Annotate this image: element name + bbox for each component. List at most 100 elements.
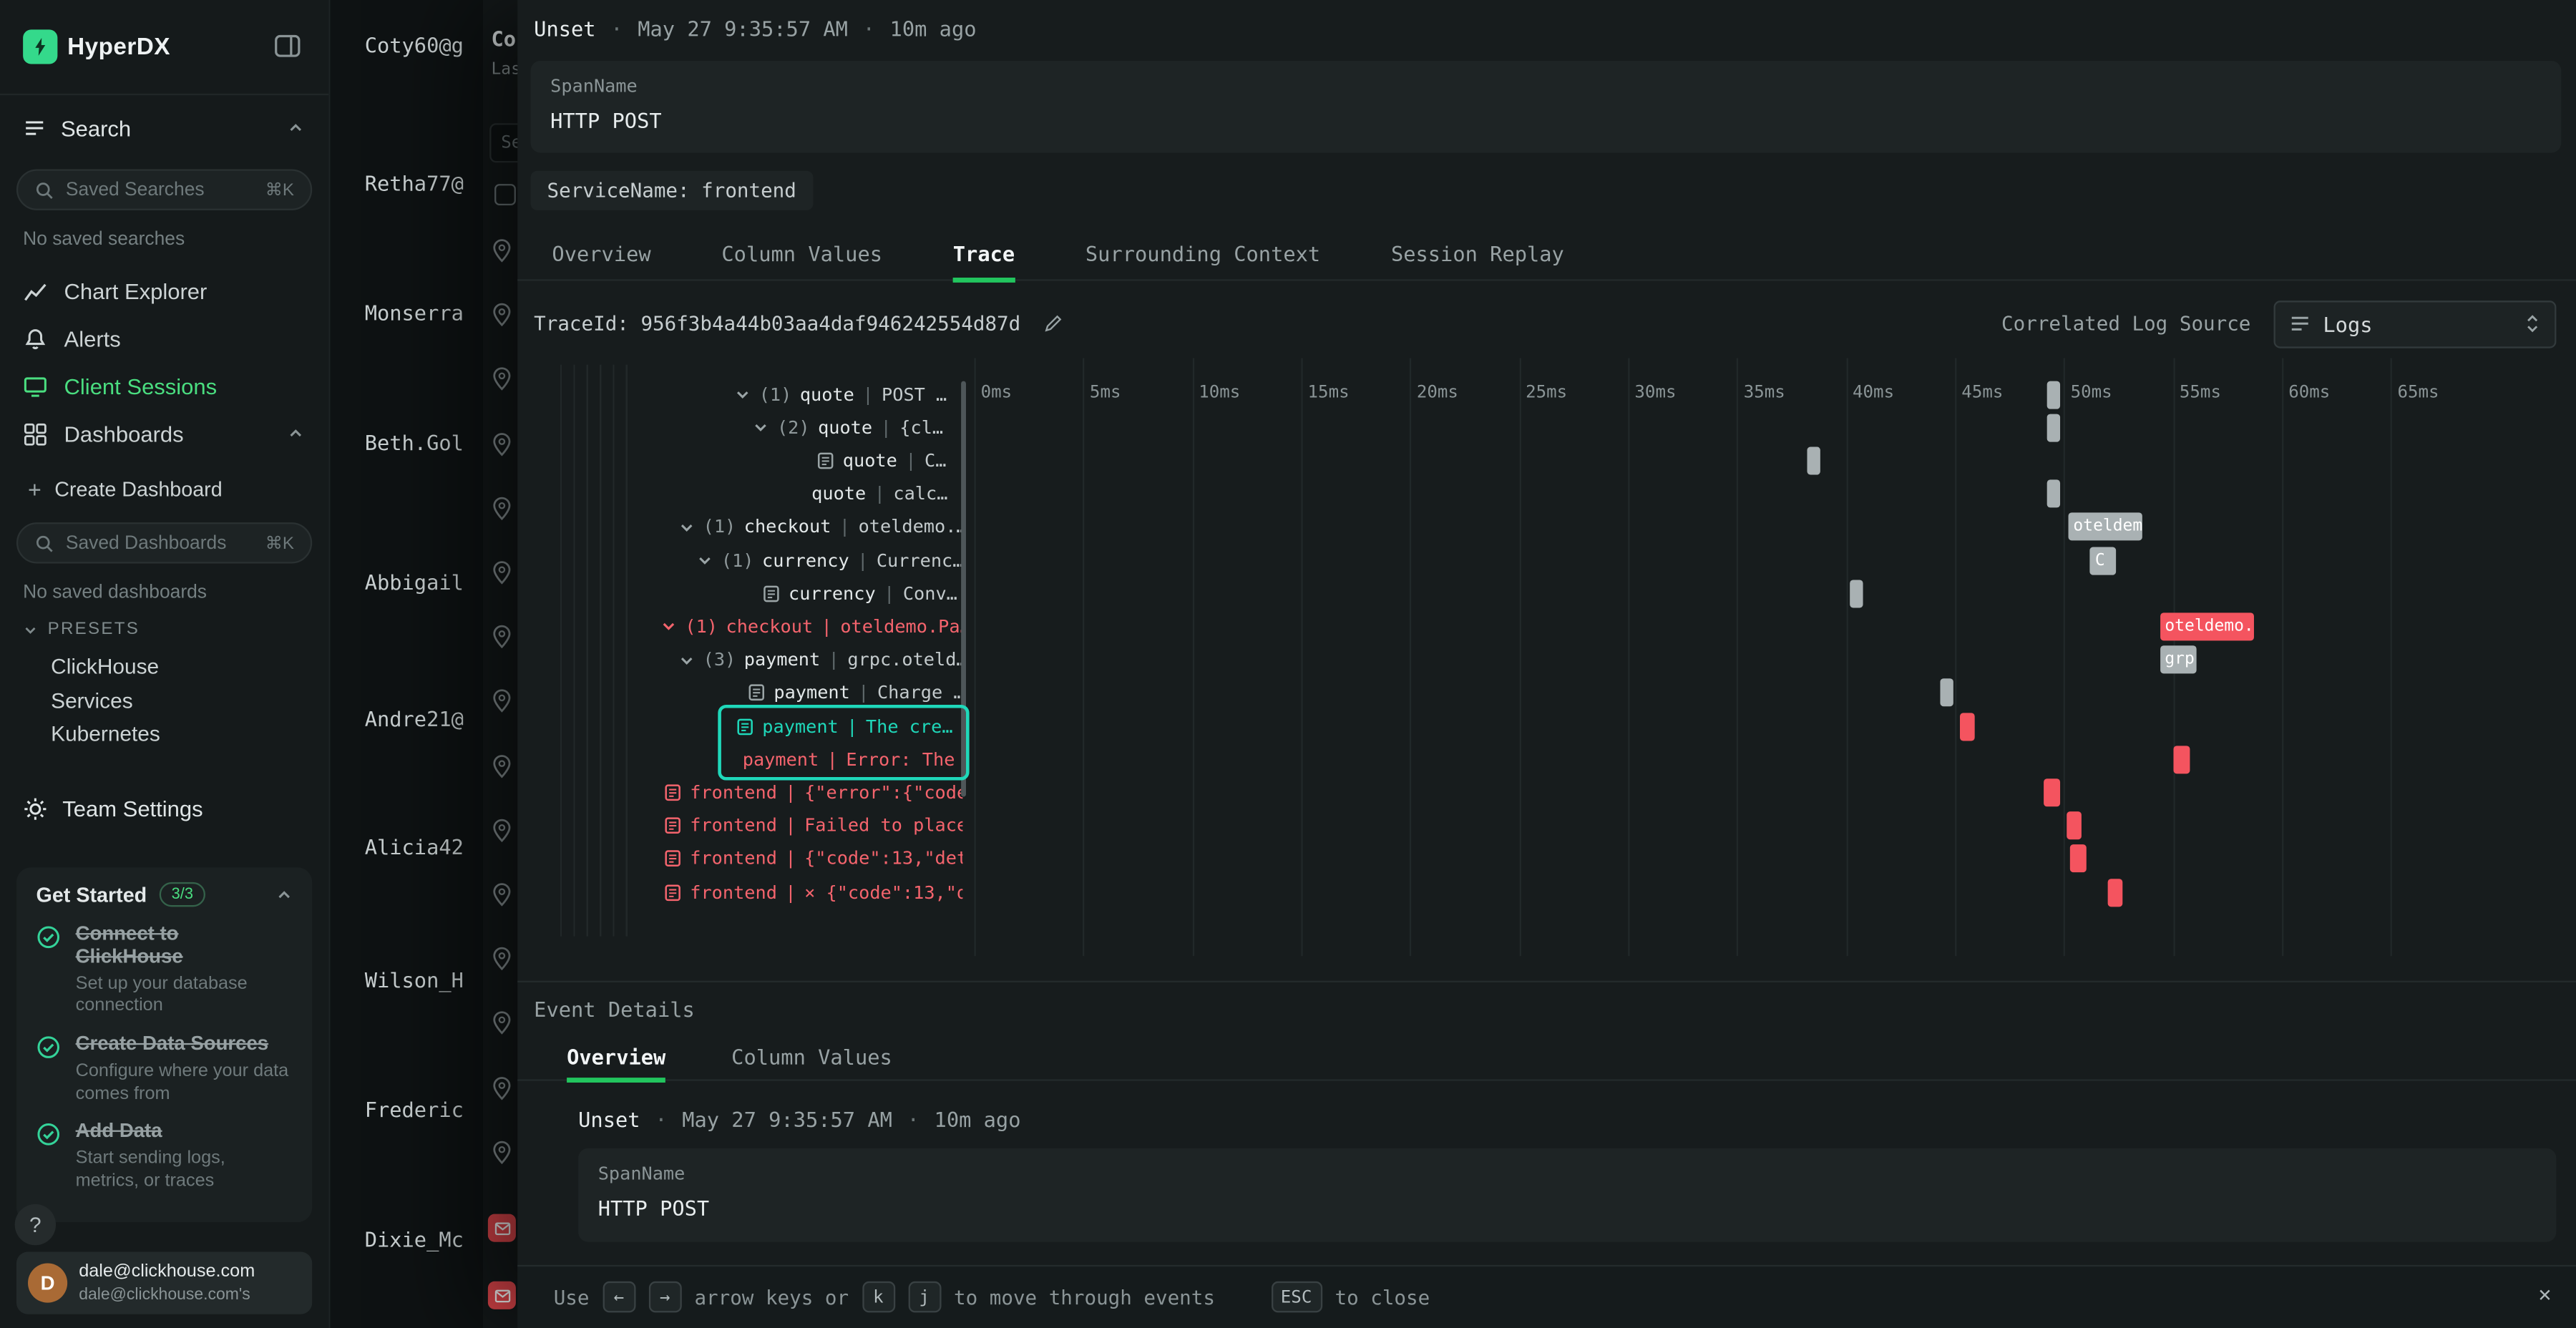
team-settings-item[interactable]: Team Settings xyxy=(0,788,328,828)
chevron-up-icon xyxy=(288,120,304,137)
trace-span-row[interactable]: (1)currency|Currenc… xyxy=(517,544,962,577)
trace-span-row[interactable]: frontend|{"error":{"code… xyxy=(517,776,962,809)
edit-icon[interactable] xyxy=(1043,314,1063,334)
error-event-icon[interactable] xyxy=(488,1214,516,1242)
chevron-up-icon[interactable] xyxy=(276,887,293,903)
trace-span-row[interactable]: frontend|× {"code":13,"d… xyxy=(517,876,962,909)
span-duration-bar[interactable] xyxy=(2066,811,2081,839)
tab-trace[interactable]: Trace xyxy=(953,228,1015,283)
span-duration-bar[interactable]: grp xyxy=(2160,646,2197,674)
tick-label: 35ms xyxy=(1744,383,1785,403)
search-section-icon xyxy=(23,117,46,140)
session-detail-panel: Co Las Se xyxy=(483,0,519,1328)
logs-icon xyxy=(2290,314,2310,334)
span-message: Error: The … xyxy=(846,748,962,770)
log-source-select[interactable]: Logs xyxy=(2274,300,2557,348)
get-started-item[interactable]: Create Data SourcesConfigure where your … xyxy=(36,1033,293,1106)
session-row[interactable]: Frederic xyxy=(365,1098,483,1122)
session-row[interactable]: Abbigail xyxy=(365,570,483,595)
saved-dashboards-input[interactable]: Saved Dashboards ⌘K xyxy=(16,522,312,563)
span-duration-bar[interactable] xyxy=(1807,446,1820,474)
session-row[interactable]: Coty60@g xyxy=(365,33,483,57)
span-duration-bar[interactable] xyxy=(2046,414,2059,441)
trace-span-row[interactable]: payment|The cre… xyxy=(517,710,962,743)
span-message: oteldemo.Pa… xyxy=(840,616,962,638)
help-button[interactable]: ? xyxy=(15,1204,56,1245)
span-duration-bar[interactable] xyxy=(2046,480,2059,508)
span-duration-bar[interactable] xyxy=(2071,845,2086,873)
create-dashboard-button[interactable]: + Create Dashboard xyxy=(0,473,328,506)
trace-span-row[interactable]: (3)payment|grpc.oteld… xyxy=(517,643,962,676)
trace-span-row[interactable]: quote|calc… xyxy=(517,477,962,510)
get-started-header[interactable]: Get Started 3/3 xyxy=(36,882,293,907)
separator: | xyxy=(847,716,857,737)
ed-tab-overview[interactable]: Overview xyxy=(567,1037,665,1083)
span-duration-bar[interactable] xyxy=(2107,878,2122,906)
trace-span-row[interactable]: payment|Charge … xyxy=(517,676,962,709)
map-pin-icon xyxy=(491,625,512,649)
session-row[interactable]: Andre21@ xyxy=(365,706,483,731)
saved-searches-input[interactable]: Saved Searches ⌘K xyxy=(16,169,312,210)
span-duration-bar[interactable] xyxy=(1940,679,1953,707)
span-duration-bar[interactable] xyxy=(2044,778,2059,806)
sidebar-item-clickhouse[interactable]: ClickHouse xyxy=(51,654,297,678)
session-row[interactable]: Wilson_H xyxy=(365,967,483,992)
map-pin-icon xyxy=(491,367,512,391)
collapse-sidebar-icon[interactable] xyxy=(274,34,301,57)
session-row[interactable]: Beth.Gol xyxy=(365,431,483,455)
trace-span-row[interactable]: (1)checkout|oteldemo.… xyxy=(517,511,962,544)
session-row[interactable]: Dixie_Mc xyxy=(365,1227,483,1251)
check-circle-icon xyxy=(36,1123,61,1193)
get-started-item[interactable]: Add DataStart sending logs, metrics, or … xyxy=(36,1121,293,1194)
gear-icon xyxy=(23,796,47,820)
sidebar-item-client-sessions[interactable]: Client Sessions xyxy=(0,365,328,408)
service-name-badge[interactable]: ServiceName: frontend xyxy=(531,171,813,210)
event-meta: Unset · May 27 9:35:57 AM · 10m ago xyxy=(534,16,976,41)
event-details-tabs: Overview Column Values xyxy=(517,1037,2576,1081)
span-duration-bar[interactable]: C xyxy=(2090,546,2117,574)
span-duration-bar[interactable]: oteldemo. xyxy=(2160,612,2253,640)
checkbox-icon[interactable] xyxy=(494,184,516,205)
sidebar-item-label: Alerts xyxy=(64,326,121,351)
trace-span-row[interactable]: currency|Conv… xyxy=(517,577,962,610)
span-duration-bar[interactable] xyxy=(1850,580,1863,607)
session-row[interactable]: Monserra xyxy=(365,301,483,325)
log-source-value: Logs xyxy=(2323,311,2512,336)
waterfall-scrollbar[interactable] xyxy=(961,381,966,797)
tab-overview[interactable]: Overview xyxy=(552,228,650,283)
footer-text: to move through events xyxy=(954,1286,1215,1309)
span-duration-bar[interactable] xyxy=(2046,381,2059,409)
tab-surrounding-context[interactable]: Surrounding Context xyxy=(1085,228,1320,283)
tab-column-values[interactable]: Column Values xyxy=(721,228,882,283)
trace-span-row[interactable]: frontend|{"code":13,"det… xyxy=(517,842,962,875)
session-row[interactable]: Alicia42 xyxy=(365,834,483,859)
trace-span-row[interactable]: (1)checkout|oteldemo.Pa… xyxy=(517,610,962,643)
trace-span-row[interactable]: (1)quote|POST … xyxy=(517,378,962,411)
j-key: j xyxy=(908,1281,941,1313)
sidebar-item-chart-explorer[interactable]: Chart Explorer xyxy=(0,270,328,313)
trace-span-row[interactable]: (2)quote|{cl… xyxy=(517,411,962,444)
sidebar-item-alerts[interactable]: Alerts xyxy=(0,317,328,360)
trace-span-row[interactable]: frontend|Failed to place… xyxy=(517,809,962,842)
trace-span-row[interactable]: payment|Error: The … xyxy=(517,743,962,776)
session-row[interactable]: Retha77@ xyxy=(365,171,483,195)
span-duration-bar[interactable] xyxy=(1959,712,1974,740)
get-started-item[interactable]: Connect to ClickHouseSet up your databas… xyxy=(36,923,293,1018)
trace-span-row[interactable]: quote|C… xyxy=(517,444,962,477)
tab-session-replay[interactable]: Session Replay xyxy=(1391,228,1564,283)
search-section-header[interactable]: Search xyxy=(0,109,328,148)
sidebar-item-dashboards[interactable]: Dashboards xyxy=(0,412,328,455)
span-duration-bar[interactable]: oteldemo.C xyxy=(2069,513,2143,541)
sidebar-item-services[interactable]: Services xyxy=(51,688,297,712)
span-duration-bar[interactable] xyxy=(2173,746,2190,773)
gridline xyxy=(2282,358,2283,957)
ed-tab-column-values[interactable]: Column Values xyxy=(731,1037,892,1083)
close-icon[interactable]: ✕ xyxy=(2539,1283,2552,1307)
presets-header[interactable]: PRESETS xyxy=(23,620,140,640)
sidebar-item-kubernetes[interactable]: Kubernetes xyxy=(51,721,297,746)
chevron-down-icon xyxy=(734,386,751,403)
waterfall: 0ms5ms10ms15ms20ms25ms30ms35ms40ms45ms50… xyxy=(517,358,2576,970)
error-event-icon[interactable] xyxy=(488,1281,516,1309)
chevron-down-icon xyxy=(678,652,695,668)
user-menu[interactable]: D dale@clickhouse.com dale@clickhouse.co… xyxy=(16,1251,312,1314)
